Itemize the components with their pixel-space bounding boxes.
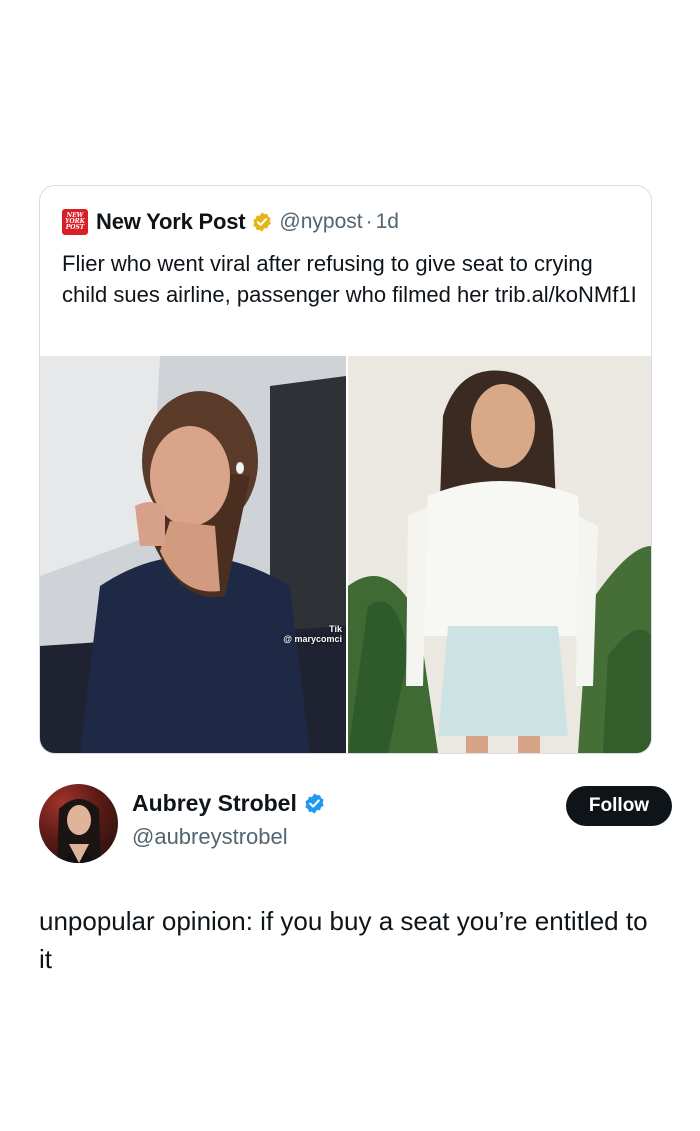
avatar[interactable] [39, 784, 118, 863]
quoted-tweet-header: NEW YORK POST New York Post @nypost · 1d [62, 208, 399, 236]
tiktok-watermark-user: @ marycomci [283, 634, 342, 644]
media-image-right[interactable] [348, 356, 651, 753]
logo-line-3: POST [65, 224, 85, 231]
verified-blue-icon [303, 792, 326, 815]
quoted-tweet-text: Flier who went viral after refusing to g… [62, 251, 637, 307]
author-name[interactable]: Aubrey Strobel [132, 790, 297, 817]
quoted-author-handle[interactable]: @nypost [279, 210, 362, 234]
verified-gold-icon [251, 211, 273, 233]
media-image-left[interactable]: Tik @ marycomci [40, 356, 346, 753]
tweet-author: Aubrey Strobel @aubreystrobel Follow [39, 784, 672, 864]
tiktok-watermark-logo: Tik [329, 624, 342, 634]
quoted-tweet-card[interactable]: NEW YORK POST New York Post @nypost · 1d… [39, 185, 652, 754]
author-handle[interactable]: @aubreystrobel [132, 824, 288, 850]
tweet-text: unpopular opinion: if you buy a seat you… [39, 906, 648, 974]
follow-button[interactable]: Follow [566, 786, 672, 826]
dot-separator: · [365, 210, 373, 233]
author-name-row[interactable]: Aubrey Strobel [132, 790, 326, 817]
quoted-author-name[interactable]: New York Post [96, 209, 246, 235]
tiktok-watermark: Tik @ marycomci [283, 624, 342, 644]
nypost-logo: NEW YORK POST [62, 209, 88, 235]
media-grid: Tik @ marycomci [40, 356, 651, 753]
quoted-tweet-time[interactable]: 1d [376, 210, 399, 234]
